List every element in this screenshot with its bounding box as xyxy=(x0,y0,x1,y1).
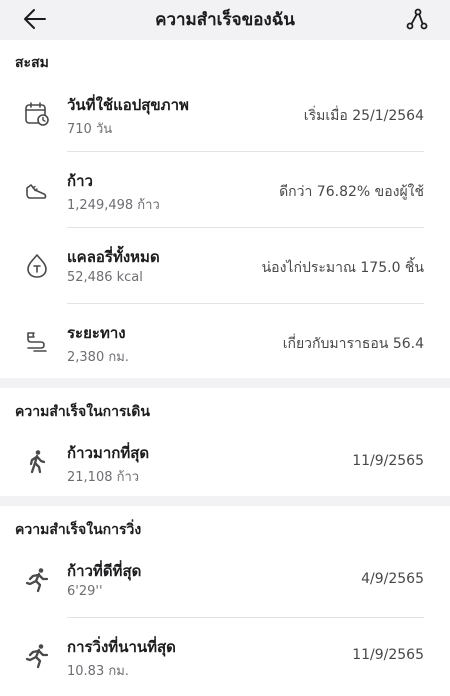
stat-note: ดีกว่า 76.82% ของผู้ใช้ xyxy=(279,184,424,200)
stat-row-distance[interactable]: ระยะทาง 2,380 กม. เกี่ยวกับมาราธอน 56.4 xyxy=(0,304,450,380)
back-arrow-icon xyxy=(24,9,46,29)
stat-row-steps[interactable]: ก้าว 1,249,498 ก้าว ดีกว่า 76.82% ของผู้… xyxy=(0,152,450,228)
stat-note: เกี่ยวกับมาราธอน 56.4 xyxy=(282,336,424,352)
stat-date: 11/9/2565 xyxy=(352,453,424,469)
back-button[interactable] xyxy=(20,4,50,34)
stat-value: 52,486 kcal xyxy=(67,270,143,285)
stat-row-best-pace[interactable]: ก้าวที่ดีที่สุด 6'29'' 4/9/2565 xyxy=(0,542,450,618)
page-title: ความสำเร็จของฉัน xyxy=(155,9,295,30)
stat-label: ระยะทาง xyxy=(67,324,126,342)
stat-row-longest-run[interactable]: การวิ่งที่นานที่สุด 10.83 กม. 11/9/2565 xyxy=(0,618,450,694)
calorie-icon xyxy=(23,252,51,280)
stat-label: แคลอรี่ทั้งหมด xyxy=(67,248,160,266)
walking-section: ความสำเร็จในการเดิน ก้าวมากที่สุด 21,108… xyxy=(0,388,450,496)
calendar-icon xyxy=(23,100,51,128)
running-person-icon xyxy=(23,566,51,594)
running-section: ความสำเร็จในการวิ่ง ก้าวที่ดีที่สุด 6'29… xyxy=(0,506,450,696)
walking-person-icon xyxy=(23,448,51,476)
stat-label: ก้าวมากที่สุด xyxy=(67,444,150,462)
top-bar: ความสำเร็จของฉัน xyxy=(0,0,450,38)
stat-value: 1,249,498 ก้าว xyxy=(67,198,160,213)
stat-date: 11/9/2565 xyxy=(352,647,424,663)
distance-icon xyxy=(23,328,51,356)
stat-value: 6'29'' xyxy=(67,584,103,599)
stat-row-app-days[interactable]: วันที่ใช้แอปสุขภาพ 710 วัน เริ่มเมื่อ 25… xyxy=(0,76,450,152)
stat-note: น่องไก่ประมาณ 175.0 ชิ้น xyxy=(261,260,424,276)
running-person-icon xyxy=(23,642,51,670)
stat-label: ก้าวที่ดีที่สุด xyxy=(67,562,142,580)
section-title-running: ความสำเร็จในการวิ่ง xyxy=(15,522,142,538)
stat-value: 10.83 กม. xyxy=(67,664,129,679)
sneaker-icon xyxy=(23,176,51,204)
cumulative-section: สะสม วันที่ใช้แอปสุขภาพ 710 วัน เริ่มเมื… xyxy=(0,40,450,378)
stat-row-most-steps[interactable]: ก้าวมากที่สุด 21,108 ก้าว 11/9/2565 xyxy=(0,424,450,500)
share-icon xyxy=(406,8,428,30)
stat-value: 2,380 กม. xyxy=(67,350,129,365)
stat-value: 710 วัน xyxy=(67,122,113,137)
stat-row-calories[interactable]: แคลอรี่ทั้งหมด 52,486 kcal น่องไก่ประมาณ… xyxy=(0,228,450,304)
section-title-walking: ความสำเร็จในการเดิน xyxy=(15,404,150,420)
stat-date: 4/9/2565 xyxy=(361,571,424,587)
stat-note: เริ่มเมื่อ 25/1/2564 xyxy=(303,108,424,124)
stat-label: การวิ่งที่นานที่สุด xyxy=(67,638,176,656)
stat-label: ก้าว xyxy=(67,172,93,190)
stat-label: วันที่ใช้แอปสุขภาพ xyxy=(67,96,189,114)
share-button[interactable] xyxy=(402,4,432,34)
stat-value: 21,108 ก้าว xyxy=(67,470,140,485)
section-title-cumulative: สะสม xyxy=(15,55,49,71)
